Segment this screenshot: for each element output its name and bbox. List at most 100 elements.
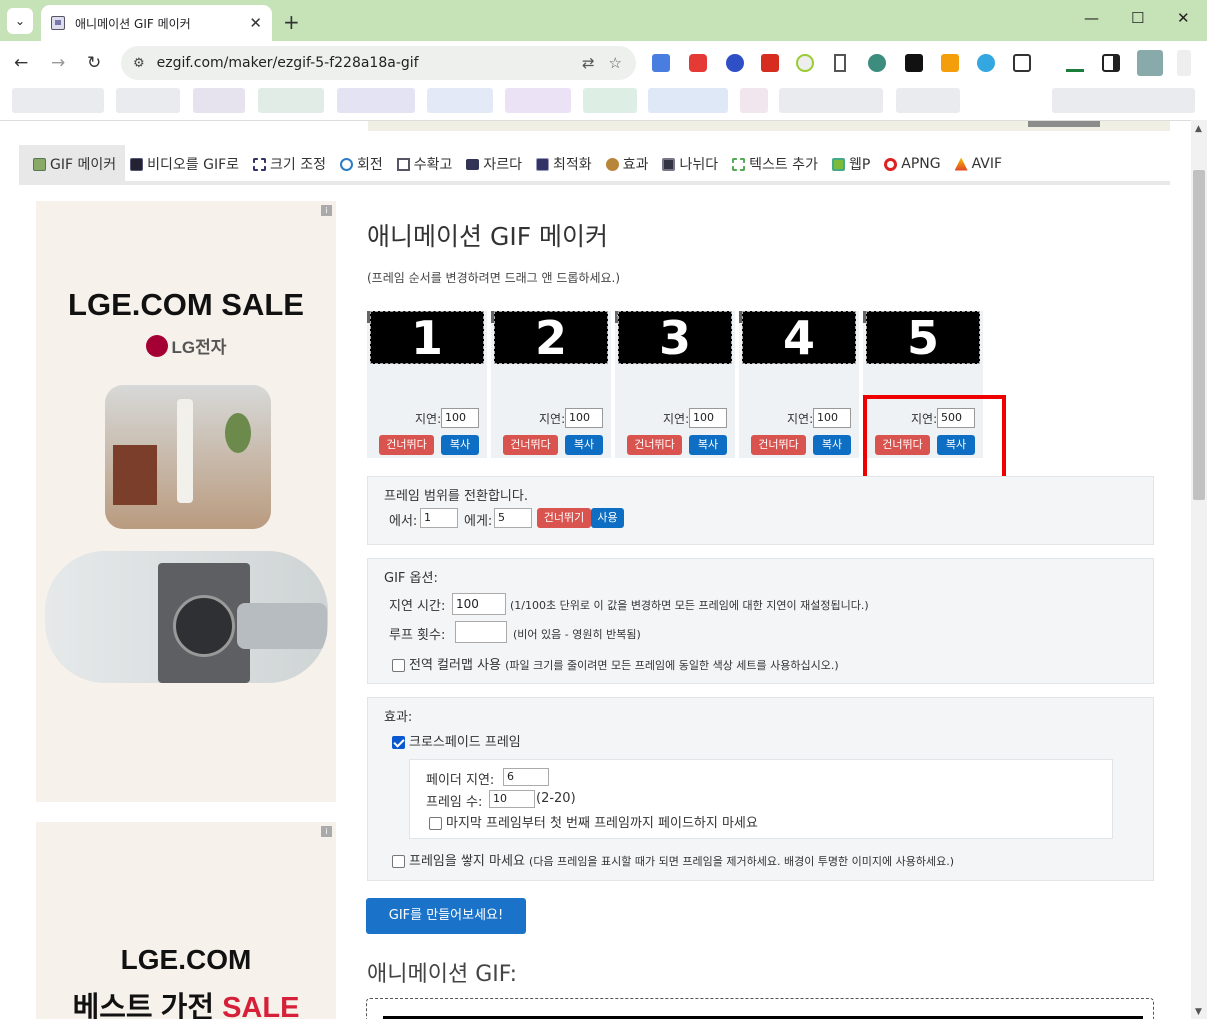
active-tab[interactable]: 애니메이션 GIF 메이커 ✕ — [41, 5, 272, 41]
loop-count-input[interactable] — [455, 621, 507, 643]
bookmark-item[interactable] — [427, 88, 493, 113]
download-extension-icon[interactable] — [726, 54, 744, 72]
profile-avatar[interactable] — [1137, 50, 1163, 76]
menu-add-text[interactable]: 텍스트 추가 — [727, 145, 827, 183]
menu-split[interactable]: 나뉘다 — [657, 145, 727, 183]
bookmark-item[interactable] — [12, 88, 104, 113]
translate-extension-icon[interactable] — [652, 54, 670, 72]
scrollbar-thumb[interactable] — [1193, 170, 1205, 500]
tab-search-button[interactable]: ⌄ — [7, 8, 33, 34]
range-from-input[interactable]: 1 — [420, 508, 458, 528]
forward-icon[interactable]: → — [51, 53, 65, 73]
page-scrollbar[interactable]: ▲ ▼ — [1191, 120, 1207, 1019]
side-panel-icon[interactable] — [1102, 54, 1120, 72]
no-stack-checkbox[interactable] — [392, 855, 405, 868]
reload-icon[interactable]: ↻ — [87, 53, 101, 73]
no-stack-option[interactable]: 프레임을 쌓지 마세요 (다음 프레임을 표시할 때가 되면 프레임을 제거하세… — [392, 850, 954, 869]
color-extension-icon[interactable] — [941, 54, 959, 72]
bookmark-item[interactable] — [116, 88, 180, 113]
frame-delay-input[interactable]: 100 — [813, 408, 851, 428]
bookmark-item[interactable] — [258, 88, 324, 113]
chat-extension-icon[interactable] — [977, 54, 995, 72]
translate-icon[interactable]: ⇄ — [582, 54, 595, 72]
bookmark-item[interactable] — [337, 88, 415, 113]
bookmark-item[interactable] — [740, 88, 768, 113]
bookmark-item[interactable] — [583, 88, 637, 113]
menu-apng[interactable]: APNG — [879, 145, 949, 183]
pdf-extension-icon[interactable] — [761, 54, 779, 72]
frame-card[interactable]: 삼 3 지연: 100 건너뛰다 복사 — [615, 311, 735, 458]
range-to-input[interactable]: 5 — [494, 508, 532, 528]
frame-card[interactable]: 1 1 지연: 100 건너뛰다 복사 — [367, 311, 487, 458]
maximize-icon[interactable]: ☐ — [1131, 9, 1144, 27]
global-colormap-checkbox[interactable] — [392, 659, 405, 672]
bookmark-item[interactable] — [505, 88, 571, 113]
menu-optimize[interactable]: 최적화 — [531, 145, 601, 183]
bookmark-item[interactable] — [648, 88, 728, 113]
no-fade-option[interactable]: 마지막 프레임부터 첫 번째 프레임까지 페이드하지 마세요 — [429, 812, 758, 831]
copy-frame-button[interactable]: 복사 — [689, 435, 727, 455]
bookmark-star-icon[interactable]: ☆ — [609, 54, 622, 72]
ad-info-icon[interactable]: i — [321, 205, 332, 216]
new-tab-icon[interactable]: + — [283, 10, 300, 34]
menu-crop[interactable]: 수확고 — [392, 145, 462, 183]
close-tab-icon[interactable]: ✕ — [249, 14, 262, 32]
frame-delay-input[interactable]: 100 — [441, 408, 479, 428]
global-colormap-option[interactable]: 전역 컬러맵 사용 (파일 크기를 줄이려면 모든 프레임에 동일한 색상 세트… — [392, 654, 839, 673]
globe-extension-icon[interactable] — [868, 54, 886, 72]
copy-frame-button[interactable]: 복사 — [565, 435, 603, 455]
advertisement-top[interactable]: i LGE.COM SALE LG전자 — [36, 201, 336, 802]
menu-avif[interactable]: AVIF — [950, 145, 1011, 183]
frame-delay-input[interactable]: 100 — [565, 408, 603, 428]
menu-webp[interactable]: 웹P — [827, 145, 879, 183]
copy-frame-button[interactable]: 복사 — [441, 435, 479, 455]
make-gif-button[interactable]: GIF를 만들어보세요! — [366, 898, 526, 934]
frame-thumbnail[interactable]: 1 — [370, 311, 484, 365]
copy-frame-button[interactable]: 복사 — [813, 435, 851, 455]
range-skip-button[interactable]: 건너뛰기 — [537, 508, 591, 528]
scroll-up-icon[interactable]: ▲ — [1195, 124, 1202, 134]
back-icon[interactable]: ← — [14, 53, 28, 73]
menu-cut[interactable]: 자르다 — [461, 145, 531, 183]
fader-delay-input[interactable]: 6 — [503, 768, 549, 786]
ad-info-icon[interactable]: i — [321, 826, 332, 837]
menu-resize[interactable]: 크기 조정 — [248, 145, 335, 183]
plant-extension-icon[interactable] — [796, 54, 814, 72]
minimize-icon[interactable]: — — [1084, 9, 1099, 27]
skip-frame-button[interactable]: 건너뛰다 — [751, 435, 806, 455]
skip-frame-button[interactable]: 건너뛰다 — [503, 435, 558, 455]
menu-video-to-gif[interactable]: 비디오를 GIF로 — [125, 145, 248, 183]
close-window-icon[interactable]: ✕ — [1177, 9, 1190, 27]
no-fade-checkbox[interactable] — [429, 817, 442, 830]
menu-gif-maker[interactable]: GIF 메이커 — [19, 145, 126, 183]
bookmark-extension-icon[interactable] — [834, 54, 846, 72]
frame-delay-input[interactable]: 100 — [689, 408, 727, 428]
ai-extension-icon[interactable] — [905, 54, 923, 72]
frame-thumbnail[interactable]: 2 — [494, 311, 608, 365]
menu-rotate[interactable]: 회전 — [335, 145, 392, 183]
skip-frame-button[interactable]: 건너뛰다 — [379, 435, 434, 455]
range-use-button[interactable]: 사용 — [591, 508, 624, 528]
frame-thumbnail[interactable]: 4 — [742, 311, 856, 365]
skip-frame-button[interactable]: 건너뛰다 — [627, 435, 682, 455]
bookmark-item[interactable] — [193, 88, 245, 113]
frame-count-input[interactable]: 10 — [489, 790, 535, 808]
address-bar[interactable]: ⚙ ezgif.com/maker/ezgif-5-f228a18a-gif ⇄… — [121, 46, 636, 80]
downloads-icon[interactable] — [1066, 54, 1084, 72]
menu-icon[interactable] — [1177, 50, 1191, 76]
advertisement-bottom[interactable]: i LGE.COM 베스트 가전 SALE — [36, 822, 336, 1019]
scroll-down-icon[interactable]: ▼ — [1195, 1007, 1202, 1017]
bookmark-item[interactable] — [779, 88, 883, 113]
site-info-icon[interactable]: ⚙ — [133, 56, 145, 71]
delay-time-input[interactable]: 100 — [452, 593, 506, 615]
crossfade-checkbox[interactable] — [392, 736, 405, 749]
video-extension-icon[interactable] — [689, 54, 707, 72]
frame-card[interactable]: 4 4 지연: 100 건너뛰다 복사 — [739, 311, 859, 458]
url-text[interactable]: ezgif.com/maker/ezgif-5-f228a18a-gif — [157, 55, 582, 71]
bookmark-item[interactable] — [896, 88, 960, 113]
crossfade-option[interactable]: 크로스페이드 프레임 — [392, 731, 521, 750]
extensions-puzzle-icon[interactable] — [1013, 54, 1031, 72]
menu-effects[interactable]: 효과 — [601, 145, 658, 183]
frame-thumbnail[interactable]: 5 — [866, 311, 980, 365]
frame-thumbnail[interactable]: 3 — [618, 311, 732, 365]
